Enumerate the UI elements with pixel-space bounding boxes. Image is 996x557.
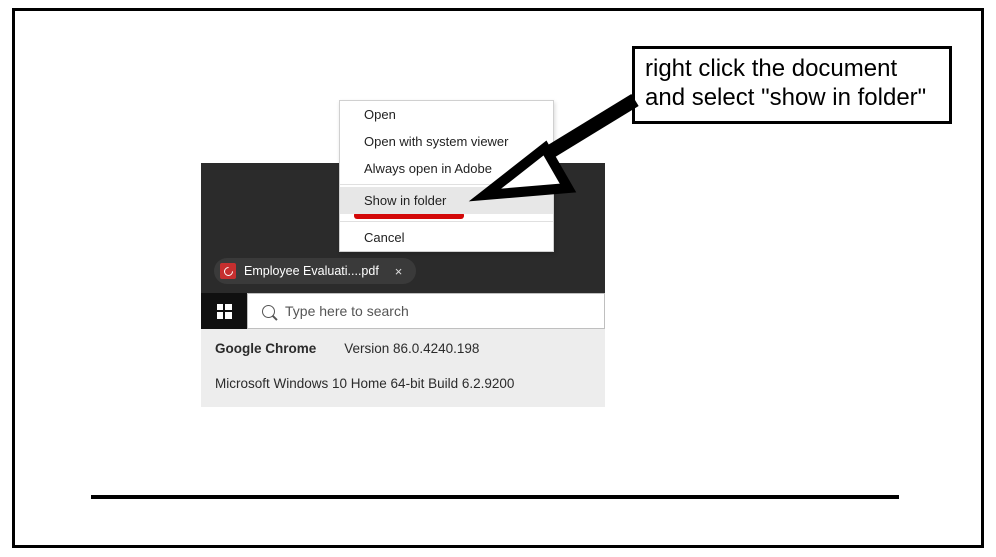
download-filename: Employee Evaluati....pdf <box>244 264 379 278</box>
context-menu: Open Open with system viewer Always open… <box>339 100 554 252</box>
menu-item-open[interactable]: Open <box>340 101 553 128</box>
menu-item-open-system[interactable]: Open with system viewer <box>340 128 553 155</box>
menu-divider <box>340 184 553 185</box>
menu-item-always-adobe[interactable]: Always open in Adobe <box>340 155 553 182</box>
start-button[interactable] <box>201 293 247 329</box>
os-info: Microsoft Windows 10 Home 64-bit Build 6… <box>215 376 591 391</box>
menu-item-show-in-folder[interactable]: Show in folder <box>340 187 553 214</box>
windows-icon <box>217 304 232 319</box>
search-placeholder: Type here to search <box>285 303 409 319</box>
pdf-icon <box>220 263 236 279</box>
close-icon[interactable]: × <box>395 264 403 279</box>
browser-version: Version 86.0.4240.198 <box>344 341 479 356</box>
menu-divider <box>340 221 553 222</box>
horizontal-rule <box>91 495 899 499</box>
instruction-callout: right click the document and select "sho… <box>632 46 952 124</box>
taskbar-search[interactable]: Type here to search <box>247 293 605 329</box>
system-info-panel: Google Chrome Version 86.0.4240.198 Micr… <box>201 329 605 407</box>
menu-item-cancel[interactable]: Cancel <box>340 224 553 251</box>
download-item[interactable]: Employee Evaluati....pdf × <box>214 258 416 284</box>
windows-taskbar: Type here to search <box>201 293 605 329</box>
search-icon <box>262 305 275 318</box>
browser-name: Google Chrome <box>215 341 316 356</box>
callout-text: right click the document and select "sho… <box>645 55 926 111</box>
